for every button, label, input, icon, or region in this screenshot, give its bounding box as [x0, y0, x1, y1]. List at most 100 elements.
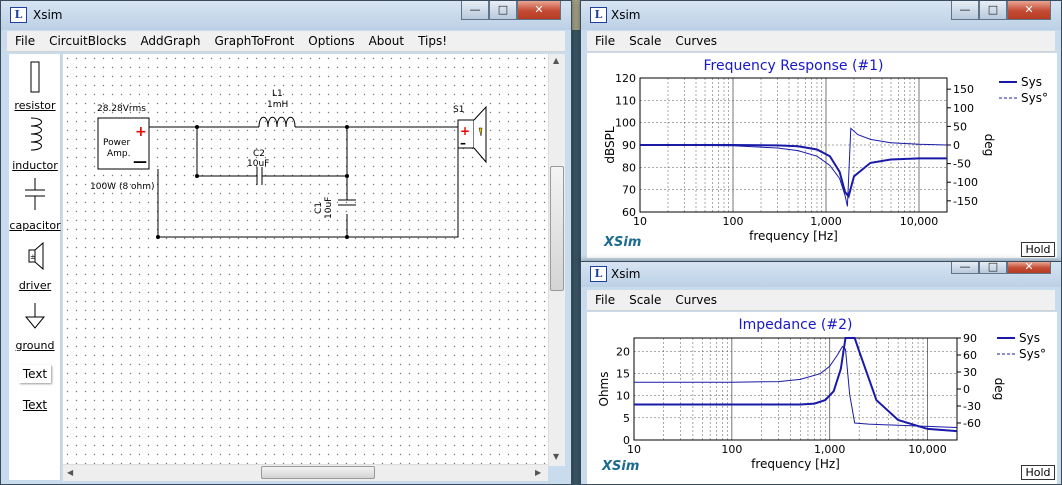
inductor-icon[interactable]	[23, 116, 47, 152]
g2-ytick: 20	[616, 345, 630, 358]
g1-legend-label-1: Sys	[1021, 75, 1042, 89]
power-amp-plus: +	[135, 124, 147, 140]
graph2-minimize-button[interactable]: —	[951, 261, 979, 274]
menu-about[interactable]: About	[362, 34, 411, 48]
close-button[interactable]: ✕	[517, 1, 561, 20]
g1-ytick: 70	[622, 184, 636, 197]
g1-xlabel: frequency [Hz]	[749, 229, 838, 243]
g1-y2tick: -150	[953, 195, 978, 208]
g1-legend-label-2: Sys°	[1021, 91, 1048, 105]
schematic-canvas[interactable]: + — Power Amp. 28.28Vrms 100W (8 ohm) L1…	[63, 54, 565, 466]
g1-ytick: 110	[615, 94, 636, 107]
ground-icon[interactable]	[23, 301, 47, 331]
palette-ground[interactable]: ground	[9, 339, 61, 352]
source-rating: 100W (8 ohm)	[90, 182, 155, 192]
g1-xtick: 100	[723, 215, 744, 228]
g1-y2tick: 150	[953, 83, 974, 96]
graph2-titlebar[interactable]: L Xsim — □ ✕	[581, 261, 1061, 287]
graph1-hold-button[interactable]: Hold	[1021, 242, 1055, 257]
palette-driver[interactable]: driver	[9, 279, 61, 292]
g1-series-1	[640, 144, 947, 199]
minimize-button[interactable]: —	[461, 1, 489, 20]
graph2-maximize-button[interactable]: □	[979, 261, 1007, 274]
text-icon[interactable]: Text	[19, 365, 51, 383]
schematic[interactable]: + — Power Amp. 28.28Vrms 100W (8 ohm) L1…	[63, 54, 548, 466]
graph1-maximize-button[interactable]: □	[979, 1, 1007, 20]
graph2-client: Impedance (#2) 20 15 10 5 0 90 60 30 0 -30 -60 10 100…	[587, 312, 1057, 484]
graph1-menu-curves[interactable]: Curves	[668, 34, 724, 48]
g1-ytick: 80	[622, 161, 636, 174]
menu-graphtofront[interactable]: GraphToFront	[207, 34, 301, 48]
g1-ytick: 120	[615, 72, 636, 85]
graph2-menu-scale[interactable]: Scale	[622, 293, 668, 307]
graph1-menu-file[interactable]: File	[587, 34, 622, 48]
frequency-response-chart: Frequency Response (#1)12011010090807060…	[603, 58, 1048, 243]
g2-y2tick: 90	[963, 332, 977, 345]
grid-dots	[63, 54, 548, 466]
canvas-vertical-scrollbar[interactable]: ▲ ▼	[548, 54, 565, 466]
graph1-menu-scale[interactable]: Scale	[622, 34, 668, 48]
graph-window-2: L Xsim — □ ✕ File Scale Curves Impedance…	[580, 261, 1062, 485]
g2-xlabel: frequency [Hz]	[751, 457, 840, 471]
resistor-icon[interactable]	[23, 60, 47, 94]
graph1-titlebar[interactable]: L Xsim — □ ✕	[581, 1, 1061, 30]
graph2-menu-file[interactable]: File	[587, 293, 622, 307]
driver-icon[interactable]: ±	[23, 241, 47, 271]
source-name-2: Amp.	[107, 149, 131, 159]
graph1-title: Xsim	[611, 8, 641, 22]
graph2-app-icon: L	[590, 266, 607, 282]
menu-addgraph[interactable]: AddGraph	[133, 34, 207, 48]
palette-inductor[interactable]: inductor	[9, 159, 61, 172]
graph1-logo: XSim	[604, 235, 642, 250]
graph1-client: Frequency Response (#1) 120 110 100 90 80 70 60…	[587, 53, 1057, 258]
g1-y2tick: 0	[953, 139, 960, 152]
g1-y2label: deg	[982, 134, 996, 157]
g2-legend-label-2: Sys°	[1019, 347, 1046, 361]
graph2-close-button[interactable]: ✕	[1007, 261, 1051, 274]
g2-plot-frame	[633, 337, 958, 441]
menu-file[interactable]: File	[7, 34, 42, 48]
g1-y2tick: 100	[953, 102, 974, 115]
graph1-close-button[interactable]: ✕	[1007, 1, 1051, 20]
g2-xtick: 10	[627, 443, 641, 456]
main-title: Xsim	[33, 8, 63, 22]
menu-circuitblocks[interactable]: CircuitBlocks	[42, 34, 133, 48]
capacitor-icon[interactable]	[23, 176, 47, 212]
g2-series-1	[634, 337, 958, 433]
graph1-minimize-button[interactable]: —	[951, 1, 979, 20]
g1-ytick: 100	[615, 117, 636, 130]
graph2-menubar: File Scale Curves	[587, 290, 1055, 311]
g1-xtick: 1,000	[810, 215, 842, 228]
g2-ytick: 15	[616, 367, 630, 380]
c1-name: C1	[314, 202, 324, 214]
g2-ylabel: Ohms	[597, 372, 611, 407]
palette-text[interactable]: Text	[9, 398, 61, 412]
vertical-scroll-thumb[interactable]	[550, 166, 564, 291]
horizontal-scroll-thumb[interactable]	[261, 466, 375, 479]
menu-options[interactable]: Options	[301, 34, 361, 48]
g1-y2tick: -100	[953, 176, 978, 189]
svg-text:±: ±	[30, 253, 36, 261]
graph1-app-icon: L	[590, 7, 607, 23]
speaker-name: S1	[453, 105, 464, 115]
g2-xtick: 100	[721, 443, 742, 456]
g2-ytick: 5	[623, 412, 630, 425]
palette-capacitor[interactable]: capacitor	[9, 219, 61, 232]
canvas-horizontal-scrollbar[interactable]: ◀ ▶	[63, 464, 548, 481]
maximize-button[interactable]: □	[489, 1, 517, 20]
main-titlebar[interactable]: L Xsim — □ ✕	[1, 1, 571, 30]
g2-legend-label-1: Sys	[1019, 331, 1040, 345]
g2-xtick: 1,000	[814, 443, 846, 456]
graph2-hold-button[interactable]: Hold	[1021, 465, 1055, 480]
source-voltage: 28.28Vrms	[97, 104, 146, 114]
menu-tips[interactable]: Tips!	[411, 34, 454, 48]
power-amp-minus: —	[133, 154, 147, 170]
graph2-title: Xsim	[611, 267, 641, 281]
g2-y2tick: 0	[963, 383, 970, 396]
main-menubar: File CircuitBlocks AddGraph GraphToFront…	[7, 31, 565, 52]
app-icon: L	[10, 7, 27, 23]
g2-y2tick: 60	[963, 349, 977, 362]
graph2-menu-curves[interactable]: Curves	[668, 293, 724, 307]
source-name-1: Power	[103, 138, 131, 148]
palette-resistor[interactable]: resistor	[9, 99, 61, 112]
